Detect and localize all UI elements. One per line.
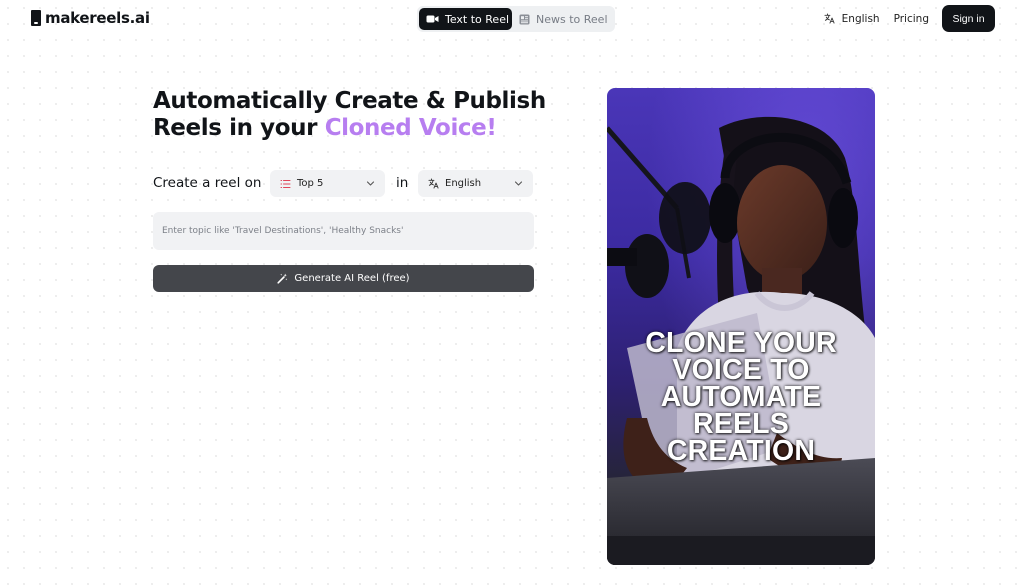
create-label: Create a reel on bbox=[153, 175, 262, 191]
phone-logo-icon bbox=[31, 10, 41, 26]
format-select[interactable]: Top 5 bbox=[270, 170, 385, 197]
sign-in-button[interactable]: Sign in bbox=[942, 5, 995, 32]
translate-icon bbox=[824, 13, 835, 24]
translate-icon bbox=[428, 178, 439, 189]
language-label: English bbox=[841, 12, 880, 25]
tab-news-to-reel[interactable]: News to Reel bbox=[512, 8, 612, 30]
video-caption-line: REELS bbox=[692, 408, 790, 440]
video-caption-line: CREATION bbox=[666, 435, 816, 467]
newspaper-icon bbox=[519, 14, 530, 24]
pricing-link[interactable]: Pricing bbox=[894, 13, 929, 25]
video-caption-line: VOICE TO bbox=[672, 354, 810, 386]
generate-reel-button[interactable]: Generate AI Reel (free) bbox=[153, 265, 534, 292]
reel-options-row: Create a reel on Top 5 in English bbox=[153, 170, 534, 197]
language-select[interactable]: English bbox=[418, 170, 533, 197]
generate-reel-label: Generate AI Reel (free) bbox=[294, 273, 410, 284]
page-title: Automatically Create & Publish Reels in … bbox=[153, 88, 553, 142]
reel-preview-video[interactable]: CLONE YOUR VOICE TO AUTOMATE REELS CREAT… bbox=[607, 88, 875, 565]
video-camera-icon bbox=[426, 15, 439, 23]
list-icon bbox=[280, 179, 291, 188]
headline-accent: Cloned Voice! bbox=[324, 115, 497, 141]
chevron-down-icon bbox=[514, 181, 523, 186]
tab-text-to-reel[interactable]: Text to Reel bbox=[419, 8, 512, 30]
nav-right: English Pricing Sign in bbox=[824, 5, 995, 32]
magic-wand-icon bbox=[277, 273, 288, 284]
video-caption-line: CLONE YOUR bbox=[645, 327, 837, 359]
language-switcher[interactable]: English bbox=[824, 13, 880, 25]
tab-text-to-reel-label: Text to Reel bbox=[445, 12, 510, 26]
language-select-value: English bbox=[445, 178, 482, 189]
in-label: in bbox=[396, 175, 409, 191]
logo-text: makereels.ai bbox=[45, 9, 150, 27]
top-navbar: makereels.ai Text to Reel News to Reel E… bbox=[0, 0, 1024, 40]
video-caption: CLONE YOUR VOICE TO AUTOMATE REELS CREAT… bbox=[607, 327, 875, 467]
chevron-down-icon bbox=[366, 181, 375, 186]
logo[interactable]: makereels.ai bbox=[31, 9, 150, 27]
video-caption-line: AUTOMATE bbox=[660, 381, 822, 413]
topic-input[interactable] bbox=[153, 212, 534, 250]
tab-news-to-reel-label: News to Reel bbox=[536, 12, 608, 26]
format-select-value: Top 5 bbox=[297, 178, 324, 189]
mode-tabs: Text to Reel News to Reel bbox=[417, 6, 615, 32]
